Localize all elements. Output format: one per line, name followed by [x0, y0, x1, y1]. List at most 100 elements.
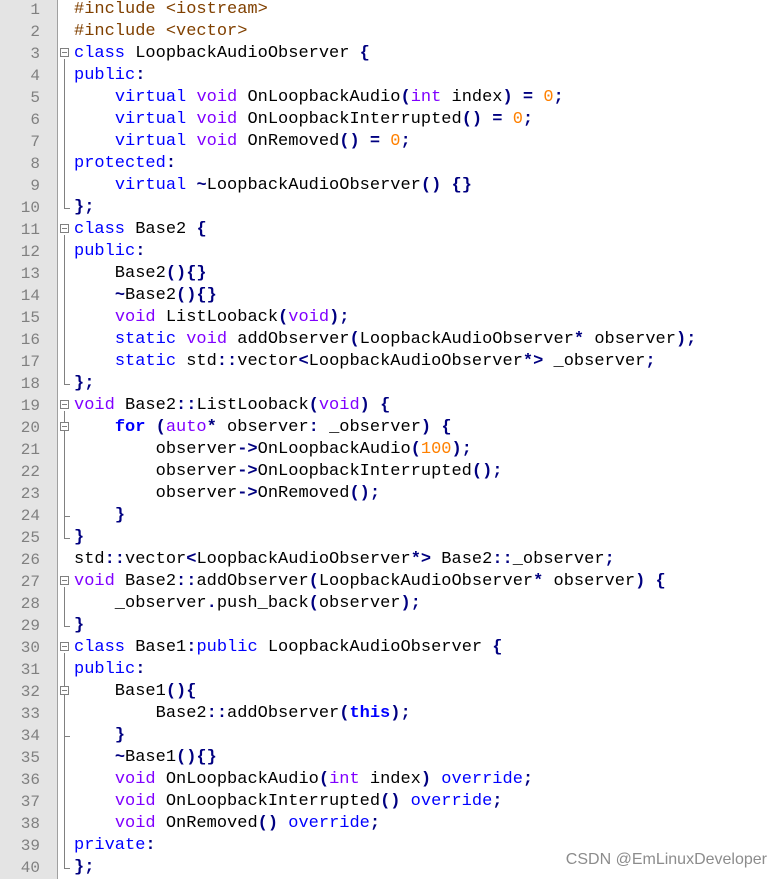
code-text: public:	[74, 65, 145, 87]
code-line[interactable]: 24 }	[0, 505, 781, 527]
line-number: 8	[30, 155, 40, 173]
code-line[interactable]: 10};	[0, 197, 781, 219]
code-line[interactable]: 4 public:	[0, 65, 781, 87]
code-line[interactable]: 14 ~Base2(){}	[0, 285, 781, 307]
code-line[interactable]: 8 protected:	[0, 153, 781, 175]
code-line[interactable]: 19 void Base2::ListLooback(void) {	[0, 395, 781, 417]
code-line[interactable]: 27 void Base2::addObserver(LoopbackAudioO…	[0, 571, 781, 593]
fold-toggle-icon[interactable]	[60, 642, 69, 651]
code-token: 100	[420, 440, 452, 459]
code-token: Base2	[114, 572, 177, 591]
code-line[interactable]: 30 class Base1:public LoopbackAudioObserv…	[0, 637, 781, 659]
code-token: ;	[400, 132, 411, 151]
code-line[interactable]: 15 void ListLooback(void);	[0, 307, 781, 329]
code-line[interactable]: 3 class LoopbackAudioObserver {	[0, 43, 781, 65]
code-line[interactable]: 38 void OnRemoved() override;	[0, 813, 781, 835]
fold-toggle-icon[interactable]	[60, 686, 69, 695]
code-line[interactable]: 22 observer->OnLoopbackInterrupted();	[0, 461, 781, 483]
code-line[interactable]: 23 observer->OnRemoved();	[0, 483, 781, 505]
code-line[interactable]: 26 std::vector<LoopbackAudioObserver*> Ba…	[0, 549, 781, 571]
code-token: );	[390, 704, 411, 723]
code-line[interactable]: 28 _observer.push_back(observer);	[0, 593, 781, 615]
code-token: private	[74, 836, 146, 855]
code-token: ::	[216, 352, 238, 371]
code-token: #include <vector>	[74, 22, 248, 41]
code-token: void	[114, 792, 156, 811]
code-line[interactable]: 5 virtual void OnLoopbackAudio(int index…	[0, 87, 781, 109]
code-token: Base1	[125, 638, 187, 657]
code-token: }	[114, 506, 126, 525]
code-token: OnLoopbackInterrupted	[257, 462, 472, 481]
code-line[interactable]: 1 #include <iostream>	[0, 0, 781, 21]
code-token: OnLoopbackAudio	[237, 88, 401, 107]
code-token: ;	[604, 550, 615, 569]
code-token: override	[410, 792, 493, 811]
code-line[interactable]: 11 class Base2 {	[0, 219, 781, 241]
code-line[interactable]: 37 void OnLoopbackInterrupted() override…	[0, 791, 781, 813]
code-token: Base2	[125, 286, 177, 305]
code-line[interactable]: 6 virtual void OnLoopbackInterrupted() =…	[0, 109, 781, 131]
code-token: class	[74, 220, 126, 239]
line-number: 22	[20, 463, 40, 481]
fold-toggle-icon[interactable]	[60, 224, 69, 233]
code-line[interactable]: 25}	[0, 527, 781, 549]
code-line[interactable]: 7 virtual void OnRemoved() = 0;	[0, 131, 781, 153]
code-editor[interactable]: 1 #include <iostream> 2 #include <vector> 3 c…	[0, 0, 781, 879]
code-line[interactable]: 20 for (auto* observer: _observer) {	[0, 417, 781, 439]
code-token: OnRemoved	[155, 814, 258, 833]
fold-toggle-icon[interactable]	[60, 400, 69, 409]
code-text: ~Base1(){}	[74, 747, 217, 769]
code-text: static void addObserver(LoopbackAudioObs…	[74, 329, 697, 351]
code-line[interactable]: 17 static std::vector<LoopbackAudioObser…	[0, 351, 781, 373]
line-number: 7	[30, 133, 40, 151]
code-token: ~	[114, 748, 126, 767]
code-line[interactable]: 33 Base2::addObserver(this);	[0, 703, 781, 725]
code-token: Base2	[125, 220, 197, 239]
code-text: observer->OnRemoved();	[74, 483, 380, 505]
line-number: 29	[20, 617, 40, 635]
code-line[interactable]: 32 Base1(){	[0, 681, 781, 703]
line-number: 37	[20, 793, 40, 811]
code-token: *>	[410, 550, 432, 569]
code-token: )	[502, 88, 513, 107]
code-token: };	[74, 374, 95, 393]
code-token: };	[74, 198, 95, 217]
code-token: LoopbackAudioObserver	[125, 44, 360, 63]
code-token: LoopbackAudioObserver	[308, 352, 523, 371]
code-line[interactable]: 21 observer->OnLoopbackAudio(100);	[0, 439, 781, 461]
code-token: <	[186, 550, 197, 569]
fold-toggle-icon[interactable]	[60, 48, 69, 57]
code-text: #include <vector>	[74, 21, 247, 43]
code-token: (){	[165, 682, 197, 701]
code-line[interactable]: 34 }	[0, 725, 781, 747]
code-line[interactable]: 13 Base2(){}	[0, 263, 781, 285]
code-line[interactable]: 35 ~Base1(){}	[0, 747, 781, 769]
code-line[interactable]: 29}	[0, 615, 781, 637]
fold-toggle-icon[interactable]	[60, 576, 69, 585]
code-line[interactable]: 12 public:	[0, 241, 781, 263]
code-token: auto	[165, 418, 207, 437]
code-line[interactable]: 16 static void addObserver(LoopbackAudio…	[0, 329, 781, 351]
fold-toggle-icon[interactable]	[60, 422, 69, 431]
code-line[interactable]: 2 #include <vector>	[0, 21, 781, 43]
code-line[interactable]: 31 public:	[0, 659, 781, 681]
code-line[interactable]: 36 void OnLoopbackAudio(int index) overr…	[0, 769, 781, 791]
code-text: class LoopbackAudioObserver {	[74, 43, 370, 65]
code-token: );	[675, 330, 697, 349]
line-number: 34	[20, 727, 40, 745]
code-line[interactable]: 18};	[0, 373, 781, 395]
code-token: );	[329, 308, 350, 327]
code-line[interactable]: 9 virtual ~LoopbackAudioObserver() {}	[0, 175, 781, 197]
code-token: ;	[369, 814, 381, 833]
code-token: :	[308, 418, 319, 437]
